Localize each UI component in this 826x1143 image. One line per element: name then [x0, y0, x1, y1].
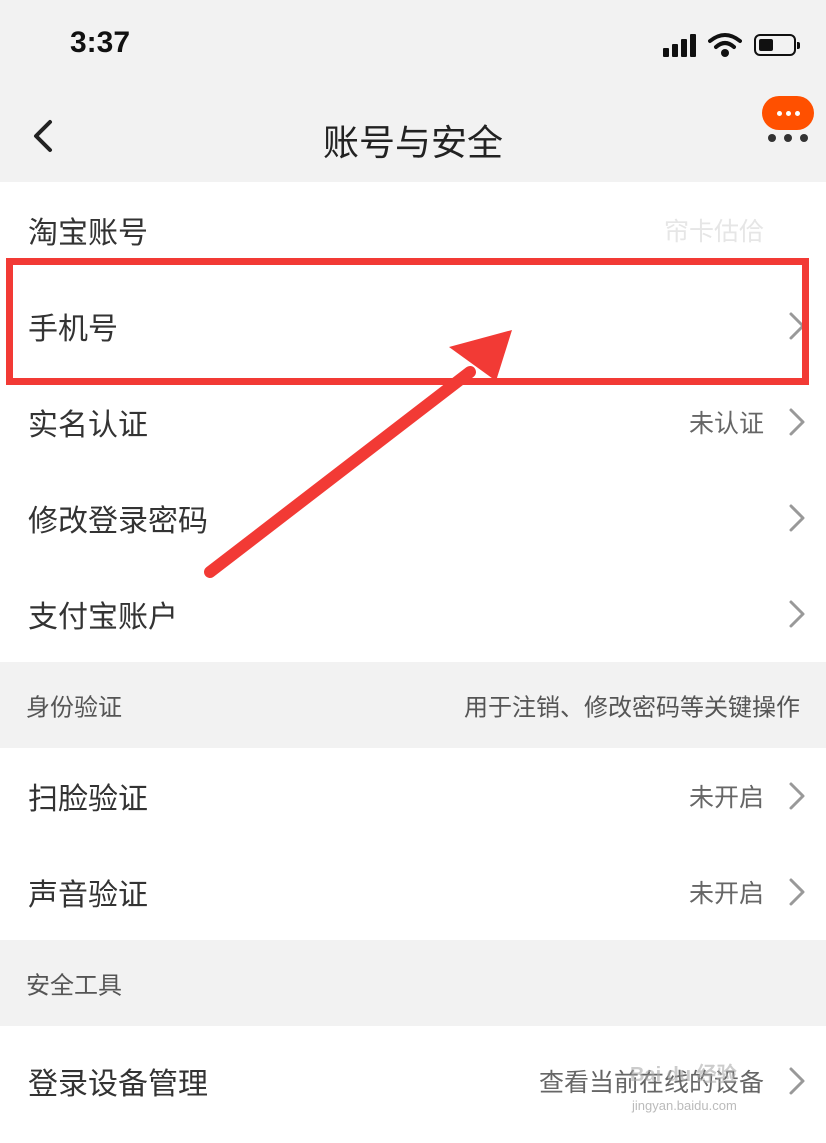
row-label: 支付宝账户 [28, 600, 178, 635]
section-title: 身份验证 [26, 693, 122, 722]
identity-section-header: 身份验证 用于注销、修改密码等关键操作 [0, 662, 826, 748]
nav-bar: 账号与安全 [0, 92, 826, 182]
taobao-account-row[interactable]: 淘宝账号 帘卡估佮 [0, 182, 826, 278]
more-icon [762, 96, 814, 130]
row-value: 未认证 [688, 409, 764, 438]
alipay-account-row[interactable]: 支付宝账户 [0, 566, 826, 662]
real-name-verification-row[interactable]: 实名认证 未认证 [0, 374, 826, 470]
chevron-right-icon [789, 408, 805, 436]
row-label: 扫脸验证 [28, 782, 148, 817]
more-dots-icon [768, 134, 808, 142]
row-label: 登录设备管理 [28, 1067, 208, 1102]
wifi-icon [708, 33, 742, 57]
row-label: 修改登录密码 [28, 504, 208, 539]
signal-icon [663, 33, 696, 57]
voice-verification-row[interactable]: 声音验证 未开启 [0, 844, 826, 940]
row-label: 声音验证 [28, 878, 148, 913]
battery-icon [754, 34, 800, 56]
status-time: 3:37 [70, 26, 131, 59]
row-label: 实名认证 [28, 408, 148, 443]
chevron-right-icon [789, 1067, 805, 1095]
change-login-password-row[interactable]: 修改登录密码 [0, 470, 826, 566]
battery-fill [759, 39, 774, 51]
row-value: 帘卡估佮 [663, 217, 764, 246]
row-label: 淘宝账号 [28, 216, 148, 251]
more-button[interactable] [760, 96, 816, 152]
status-icons [663, 32, 800, 58]
chevron-right-icon [789, 504, 805, 532]
row-value: 未开启 [688, 879, 764, 908]
watermark-url: jingyan.baidu.com [632, 1098, 737, 1113]
security-tools-section-header: 安全工具 [0, 940, 826, 1026]
status-bar: 3:37 [0, 0, 826, 92]
section-title: 安全工具 [26, 971, 122, 1000]
identity-verification-group: 扫脸验证 未开启 声音验证 未开启 [0, 748, 826, 940]
chevron-right-icon [789, 312, 805, 340]
chevron-right-icon [789, 878, 805, 906]
page-title: 账号与安全 [322, 123, 503, 164]
account-settings-group: 淘宝账号 帘卡估佮 手机号 实名认证 未认证 修改登录密码 支付宝账户 [0, 182, 826, 662]
row-label: 手机号 [28, 312, 118, 347]
section-note: 用于注销、修改密码等关键操作 [464, 693, 800, 722]
watermark-logo: Bai du 经验 [630, 1064, 737, 1086]
phone-number-row[interactable]: 手机号 [0, 278, 826, 374]
face-verification-row[interactable]: 扫脸验证 未开启 [0, 748, 826, 844]
row-value: 未开启 [688, 783, 764, 812]
chevron-right-icon [789, 600, 805, 628]
chevron-right-icon [789, 782, 805, 810]
